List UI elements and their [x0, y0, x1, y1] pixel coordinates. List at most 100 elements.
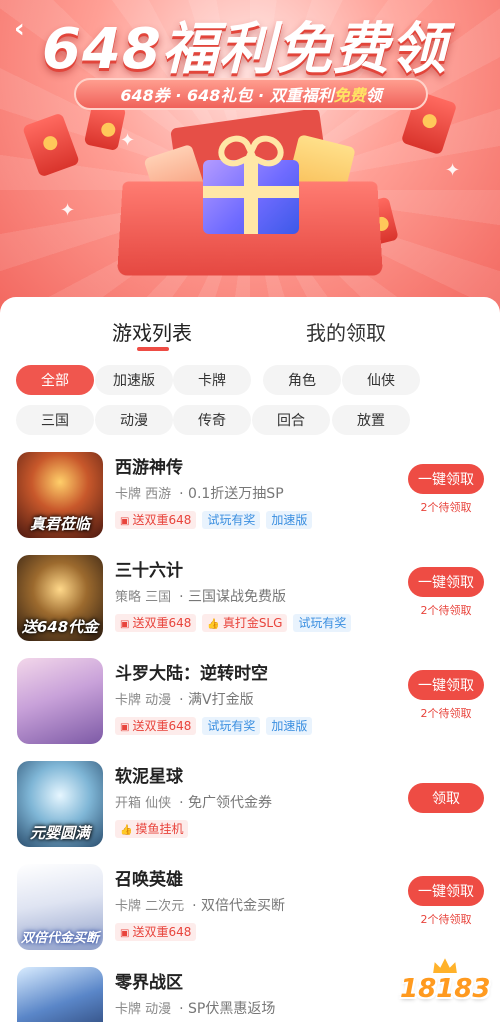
game-item[interactable]: 真君莅临 西游神传 卡牌 西游 · 0.1折送万抽SP ▣ 送双重648 试玩有奖 加速…	[0, 447, 500, 547]
site-watermark-logo: 18183	[398, 950, 492, 1010]
pending-count: 2个待领取	[420, 707, 472, 720]
banner-subtitle: 648券 · 648礼包 · 双重福利 免费领	[74, 78, 428, 110]
watermark-text: 18183	[400, 974, 491, 1004]
badge-real-gold-slg: 👍 真打金SLG	[202, 614, 288, 632]
game-desc: · SP伏黑惠返场	[179, 1001, 276, 1017]
game-item[interactable]: 元婴圆满 软泥星球 开箱 仙侠 · 免广领代金券 👍 摸鱼挂机 领取	[0, 756, 500, 856]
game-icon-caption: 元婴圆满	[29, 824, 90, 842]
badge-text: 送双重648	[132, 616, 192, 630]
ticket-icon: ▣	[120, 516, 130, 527]
category-chip-three-kingdoms[interactable]: 三国	[16, 405, 94, 435]
ticket-icon: ▣	[120, 928, 130, 939]
category-chip-anime[interactable]: 动漫	[95, 405, 173, 435]
badge-idle-fishing: 👍 摸鱼挂机	[115, 820, 189, 838]
subtitle-text: 648券 · 648礼包 · 双重福利	[120, 86, 334, 105]
game-meta: 卡牌 西游 · 0.1折送万抽SP	[115, 483, 284, 503]
game-name[interactable]: 软泥星球	[115, 762, 183, 787]
game-badges: ▣ 送双重648 👍 真打金SLG 试玩有奖	[115, 612, 357, 632]
subtitle-highlight: 免费	[333, 86, 366, 105]
game-tags: 策略 三国	[115, 590, 172, 605]
game-icon[interactable]: 元婴圆满	[17, 761, 103, 847]
back-arrow-icon[interactable]: ‹	[14, 16, 38, 42]
sparkle-icon: ✦	[60, 200, 76, 221]
game-icon[interactable]: 送648代金	[17, 555, 103, 641]
game-icon[interactable]: 双倍代金买断	[17, 864, 103, 950]
category-chip-all[interactable]: 全部	[16, 365, 94, 395]
game-meta: 卡牌 二次元 · 双倍代金买断	[115, 895, 285, 915]
game-icon-caption: 双倍代金买断	[20, 931, 99, 946]
game-meta: 卡牌 动漫 · SP伏黑惠返场	[115, 998, 275, 1018]
category-chip-idle[interactable]: 放置	[332, 405, 410, 435]
tab-game-list[interactable]: 游戏列表	[112, 317, 192, 346]
game-icon[interactable]	[17, 967, 103, 1022]
game-item[interactable]: 双倍代金买断 召唤英雄 卡牌 二次元 · 双倍代金买断 ▣ 送双重648 一键领取 …	[0, 859, 500, 959]
pending-count: 2个待领取	[420, 913, 472, 926]
badge-trial-reward: 试玩有奖	[202, 717, 261, 735]
category-chip-legend[interactable]: 传奇	[173, 405, 251, 435]
content-panel: 游戏列表 我的领取 全部 加速版 卡牌 角色 仙侠 三国 动漫 传奇 回合 放置…	[0, 297, 500, 1022]
game-icon[interactable]	[17, 658, 103, 744]
game-name[interactable]: 零界战区	[115, 968, 183, 993]
badge-text: 摸鱼挂机	[135, 822, 184, 836]
game-desc: · 双倍代金买断	[192, 898, 286, 914]
game-tags: 卡牌 动漫	[115, 1002, 172, 1017]
pending-count: 2个待领取	[420, 604, 472, 617]
badge-trial-reward: 试玩有奖	[202, 511, 261, 529]
category-chip-turn-based[interactable]: 回合	[252, 405, 330, 435]
game-name[interactable]: 三十六计	[115, 556, 183, 581]
pending-count: 2个待领取	[420, 501, 472, 514]
badge-text: 送双重648	[132, 925, 192, 939]
badge-accelerated: 加速版	[266, 717, 313, 735]
category-chip-rpg[interactable]: 角色	[263, 365, 341, 395]
game-desc: · 满V打金版	[179, 692, 254, 708]
subtitle-text-end: 领	[365, 86, 382, 105]
gift-ribbon	[203, 186, 299, 198]
badge-text: 送双重648	[132, 513, 192, 527]
banner-title: 648福利免费领	[42, 17, 447, 82]
category-chip-xianxia[interactable]: 仙侠	[342, 365, 420, 395]
claim-all-button[interactable]: 一键领取	[408, 464, 484, 494]
sparkle-icon: ✦	[445, 160, 461, 181]
active-tab-indicator	[137, 347, 169, 351]
tab-my-claims[interactable]: 我的领取	[306, 317, 386, 346]
game-item[interactable]: 送648代金 三十六计 策略 三国 · 三国谋战免费版 ▣ 送双重648 👍 真打金SL…	[0, 550, 500, 650]
thumb-icon: 👍	[207, 619, 220, 630]
game-badges: ▣ 送双重648 试玩有奖 加速版	[115, 509, 318, 529]
ticket-icon: ▣	[120, 619, 130, 630]
promo-banner: ✦ ✦ ✦ ‹ 648福利免费领 648券 · 648礼包 · 双重福利 免费领	[0, 0, 500, 320]
badge-double-648: ▣ 送双重648	[115, 511, 197, 529]
game-desc: · 免广领代金券	[179, 795, 273, 811]
game-item[interactable]: 斗罗大陆：逆转时空 卡牌 动漫 · 满V打金版 ▣ 送双重648 试玩有奖 加速版 一键…	[0, 653, 500, 753]
game-meta: 卡牌 动漫 · 满V打金版	[115, 689, 254, 709]
claim-all-button[interactable]: 一键领取	[408, 876, 484, 906]
crown-icon	[430, 954, 460, 975]
game-icon[interactable]: 真君莅临	[17, 452, 103, 538]
game-name[interactable]: 斗罗大陆：逆转时空	[115, 659, 268, 684]
claim-all-button[interactable]: 一键领取	[408, 567, 484, 597]
tab-bar: 游戏列表 我的领取	[0, 297, 500, 353]
game-badges: ▣ 送双重648	[115, 921, 202, 941]
badge-trial-reward: 试玩有奖	[293, 614, 352, 632]
game-name[interactable]: 西游神传	[115, 453, 183, 478]
claim-all-button[interactable]: 一键领取	[408, 670, 484, 700]
ticket-icon: ▣	[120, 722, 130, 733]
badge-double-648: ▣ 送双重648	[115, 923, 197, 941]
game-desc: · 0.1折送万抽SP	[179, 486, 284, 502]
sparkle-icon: ✦	[120, 130, 136, 151]
badge-text: 送双重648	[132, 719, 192, 733]
game-icon-caption: 真君莅临	[29, 515, 90, 533]
game-badges: ▣ 送双重648 试玩有奖 加速版	[115, 715, 318, 735]
game-badges: 👍 摸鱼挂机	[115, 818, 194, 838]
badge-double-648: ▣ 送双重648	[115, 614, 197, 632]
claim-button[interactable]: 领取	[408, 783, 484, 813]
game-tags: 开箱 仙侠	[115, 796, 172, 811]
game-name[interactable]: 召唤英雄	[115, 865, 183, 890]
game-tags: 卡牌 二次元	[115, 899, 185, 914]
category-chip-card[interactable]: 卡牌	[173, 365, 251, 395]
game-tags: 卡牌 动漫	[115, 693, 172, 708]
game-meta: 策略 三国 · 三国谋战免费版	[115, 586, 286, 606]
badge-text: 真打金SLG	[222, 616, 283, 630]
category-chip-accelerated[interactable]: 加速版	[95, 365, 173, 395]
thumb-icon: 👍	[120, 825, 133, 836]
badge-double-648: ▣ 送双重648	[115, 717, 197, 735]
